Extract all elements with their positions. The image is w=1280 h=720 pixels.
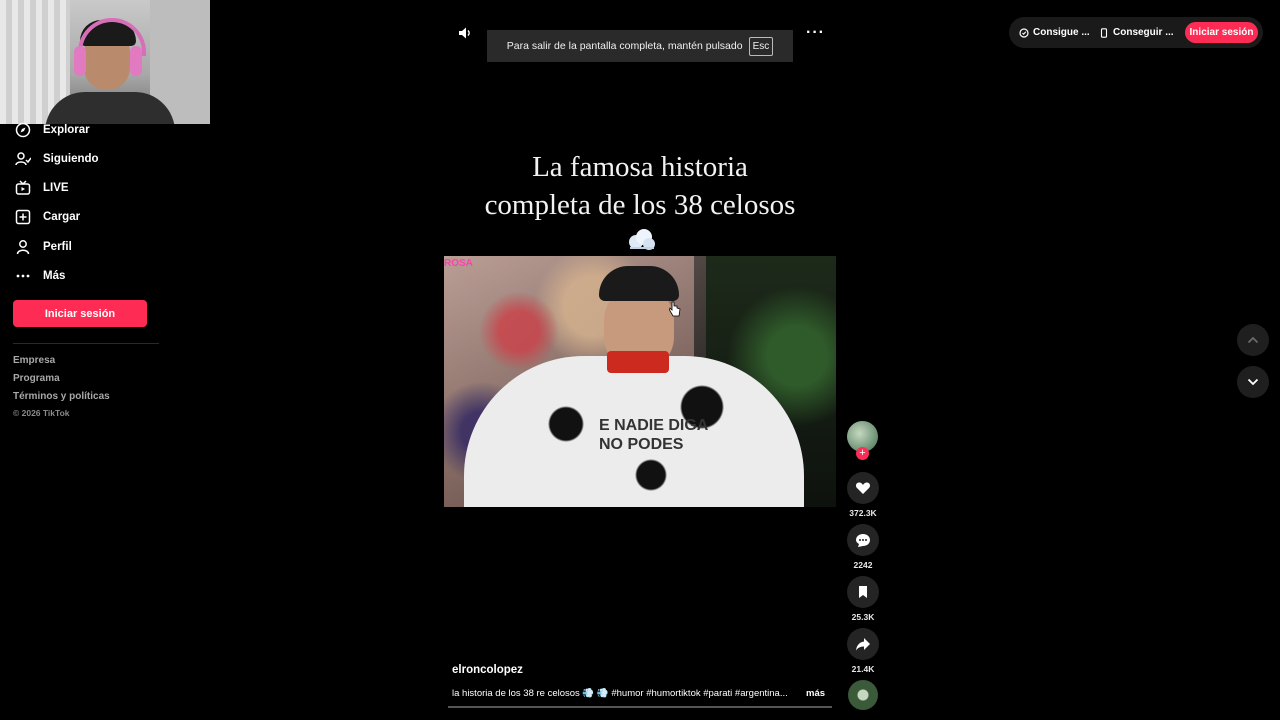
hand-cursor-icon xyxy=(669,301,681,317)
sidebar-item-explorar[interactable]: Explorar xyxy=(15,119,90,141)
shirt-print-text: E NADIE DIGA NO PODES xyxy=(599,417,708,453)
share-count: 21.4K xyxy=(851,664,875,674)
like-count: 372.3K xyxy=(849,508,877,518)
compass-icon xyxy=(15,122,31,138)
dots-icon xyxy=(16,274,30,278)
comment-button[interactable] xyxy=(847,524,879,556)
sidebar-divider xyxy=(13,343,159,344)
person-icon xyxy=(16,240,30,255)
get-coins-label: Consigue ... xyxy=(1033,27,1090,38)
headphone-right xyxy=(130,46,142,76)
coin-icon xyxy=(1019,27,1029,38)
save-count: 25.3K xyxy=(851,612,875,622)
user-follow-icon xyxy=(15,152,31,166)
video-title-line1: La famosa historia xyxy=(532,151,748,183)
like-button[interactable] xyxy=(847,472,879,504)
steam-emoji-icon xyxy=(629,229,655,250)
black-cap xyxy=(599,266,679,301)
sidebar-item-siguiendo[interactable]: Siguiendo xyxy=(15,148,99,170)
sidebar-item-label: Más xyxy=(43,270,66,282)
red-scarf xyxy=(607,351,669,373)
caption-more-link[interactable]: más xyxy=(806,688,825,699)
bookmark-icon xyxy=(859,586,867,598)
get-app-label: Conseguir ... xyxy=(1113,27,1174,38)
phone-icon xyxy=(1100,27,1108,38)
footer-link-programa[interactable]: Programa xyxy=(13,373,60,384)
share-arrow-icon xyxy=(856,638,870,651)
video-title-line2: completa de los 38 celosos xyxy=(484,189,796,221)
get-coins-link[interactable]: Consigue ... xyxy=(1019,17,1090,48)
video-caption-text: la historia de los 38 re celosos 💨 💨 #hu… xyxy=(452,688,788,699)
video-frame: E NADIE DIGA NO PODES xyxy=(444,256,836,507)
video-title-overlay: La famosa historia completa de los 38 ce… xyxy=(444,148,836,224)
chevron-down-icon xyxy=(1247,378,1259,386)
fullscreen-toast-text: Para salir de la pantalla completa, mant… xyxy=(506,40,743,52)
top-login-button[interactable]: Iniciar sesión xyxy=(1185,22,1258,43)
volume-icon[interactable] xyxy=(457,25,473,41)
copyright-text: © 2026 TikTok xyxy=(13,408,70,418)
save-button[interactable] xyxy=(847,576,879,608)
sidebar-item-live[interactable]: LIVE xyxy=(15,177,69,199)
music-disc-icon[interactable] xyxy=(848,680,878,710)
sidebar-item-label: LIVE xyxy=(43,182,69,194)
sidebar-item-label: Cargar xyxy=(43,211,81,223)
follow-plus-button[interactable]: + xyxy=(856,447,869,460)
heart-icon xyxy=(855,482,871,494)
esc-key-badge: Esc xyxy=(748,36,774,56)
comment-count: 2242 xyxy=(853,560,873,570)
video-progress-bar[interactable] xyxy=(448,706,832,708)
more-options-icon[interactable]: ··· xyxy=(806,24,824,41)
share-button[interactable] xyxy=(847,628,879,660)
video-author[interactable]: elroncolopez xyxy=(452,664,523,676)
chevron-up-icon xyxy=(1247,336,1259,344)
previous-video-button[interactable] xyxy=(1237,324,1269,356)
sidebar-item-label: Siguiendo xyxy=(43,153,99,165)
sidebar-item-label: Perfil xyxy=(43,241,72,253)
headphone-left xyxy=(74,46,86,76)
video-caption: la historia de los 38 re celosos 💨 💨 #hu… xyxy=(452,688,825,699)
fullscreen-toast: Para salir de la pantalla completa, mant… xyxy=(487,30,793,62)
tv-icon xyxy=(15,180,31,195)
upload-plus-icon xyxy=(15,209,31,225)
sidebar-item-mas[interactable]: Más xyxy=(15,265,65,287)
sidebar-login-button[interactable]: Iniciar sesión xyxy=(13,300,147,327)
sidebar-item-cargar[interactable]: Cargar xyxy=(15,206,80,228)
sidebar-item-label: Explorar xyxy=(43,124,90,136)
footer-link-terminos[interactable]: Términos y políticas xyxy=(13,391,110,402)
comment-bubble-icon xyxy=(856,534,870,547)
frame-tag: ROSA xyxy=(444,258,473,269)
sidebar-item-perfil[interactable]: Perfil xyxy=(15,236,72,258)
next-video-button[interactable] xyxy=(1237,366,1269,398)
webcam-overlay xyxy=(0,0,210,124)
footer-link-empresa[interactable]: Empresa xyxy=(13,355,55,366)
get-app-link[interactable]: Conseguir ... xyxy=(1099,17,1174,48)
